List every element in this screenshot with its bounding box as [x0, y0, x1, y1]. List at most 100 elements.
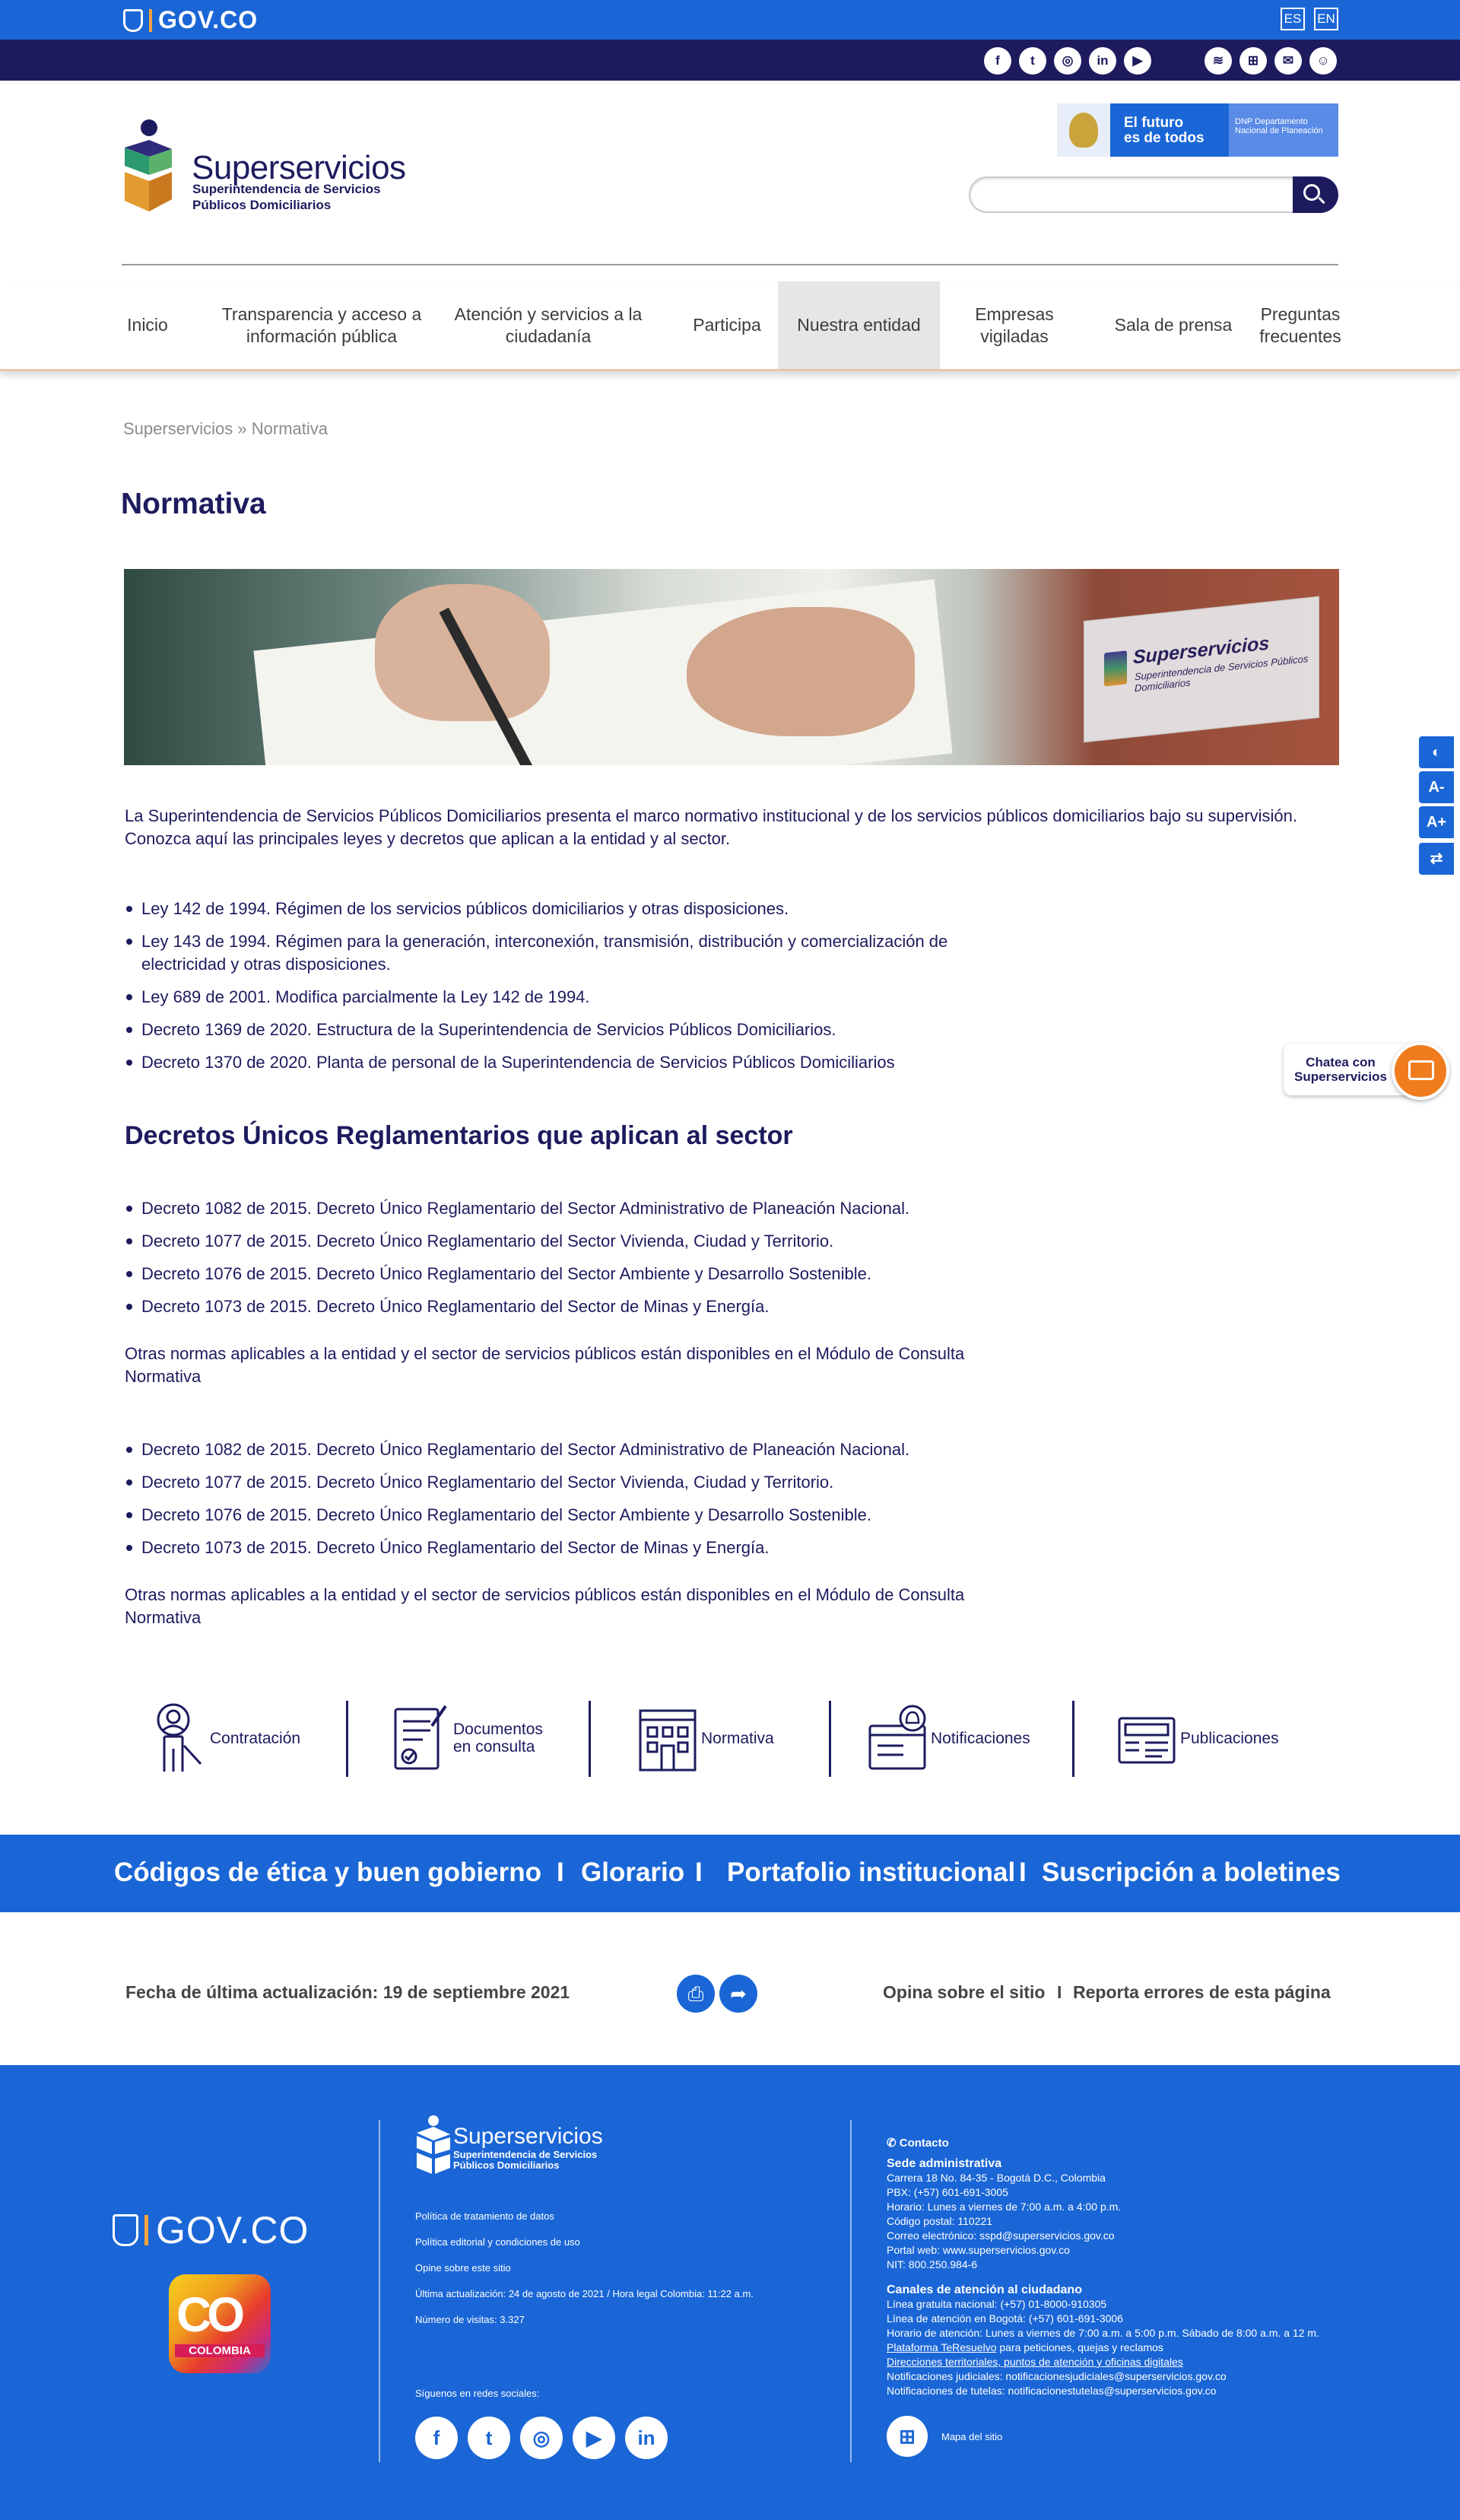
reporta-errores-link[interactable]: Reporta errores de esta página: [1073, 1982, 1331, 2003]
footer-brand-name: Superservicios: [453, 2124, 603, 2149]
instagram-icon[interactable]: ◎: [1054, 47, 1081, 75]
lang-en-button[interactable]: EN: [1314, 8, 1338, 30]
superservicios-mark-icon: [125, 119, 172, 211]
chat-widget[interactable]: Chatea con Superservicios: [1284, 1042, 1451, 1100]
list-item[interactable]: Decreto 1077 de 2015. Decreto Único Regl…: [125, 1471, 1037, 1494]
other-norms-text[interactable]: Otras normas aplicables a la entidad y e…: [125, 1343, 1007, 1388]
relevo-icon[interactable]: ⇄: [1419, 843, 1454, 875]
list-item[interactable]: Decreto 1082 de 2015. Decreto Único Regl…: [125, 1197, 1037, 1220]
footer-link-tratamiento-datos[interactable]: Política de tratamiento de datos: [415, 2210, 554, 2222]
sitemap-link[interactable]: Mapa del sitio: [941, 2431, 1002, 2442]
gov-bar: GOV.CO ES EN: [0, 0, 1460, 40]
nav-participa[interactable]: Participa: [674, 281, 780, 369]
nav-nuestra-entidad[interactable]: Nuestra entidad: [778, 281, 940, 369]
nav-empresas-vigiladas[interactable]: Empresas vigiladas: [955, 281, 1074, 369]
dnp-slogan: El futuro es de todos: [1124, 116, 1204, 146]
plataforma-teresuelvo-link[interactable]: Plataforma TeResuelvo: [887, 2341, 996, 2353]
twitter-icon[interactable]: t: [1019, 47, 1046, 75]
nav-preguntas-frecuentes[interactable]: Preguntas frecuentes: [1247, 281, 1354, 369]
link-portafolio[interactable]: Portafolio institucional: [727, 1857, 1015, 1888]
linkedin-icon[interactable]: in: [1089, 47, 1116, 75]
list-item[interactable]: Decreto 1073 de 2015. Decreto Único Regl…: [125, 1295, 1037, 1318]
hero-plate-logo-icon: [1104, 650, 1127, 687]
nav-transparencia[interactable]: Transparencia y acceso a información púb…: [217, 281, 426, 369]
facebook-icon[interactable]: f: [984, 47, 1011, 75]
dnp-banner[interactable]: El futuro es de todos DNP Departamento N…: [1057, 103, 1338, 157]
gov-logo-divider: [149, 8, 152, 32]
footer-brand-sub-line1: Superintendencia de Servicios: [453, 2149, 598, 2160]
sitemap-icon[interactable]: ⊞: [887, 2416, 928, 2457]
nav-atencion[interactable]: Atención y servicios a la ciudadanía: [453, 281, 643, 369]
colombia-shield-icon: [113, 2214, 138, 2246]
contrast-icon[interactable]: ◐: [1419, 736, 1454, 768]
list-item[interactable]: Decreto 1076 de 2015. Decreto Único Regl…: [125, 1504, 1037, 1527]
link-suscripcion-boletines[interactable]: Suscripción a boletines: [1042, 1857, 1341, 1888]
superservicios-logo[interactable]: Superservicios Superintendencia de Servi…: [122, 119, 426, 218]
increase-font-icon[interactable]: A+: [1419, 806, 1454, 838]
search-input[interactable]: [986, 184, 1282, 205]
gov-co-logo[interactable]: GOV.CO: [123, 6, 258, 34]
quicklink-normativa[interactable]: Normativa: [637, 1696, 774, 1780]
quicklink-divider: [346, 1701, 348, 1777]
link-codigos-etica[interactable]: Códigos de ética y buen gobierno: [114, 1857, 541, 1888]
social-bar: f t ◎ in ▶ ≋ ⊞ ✉ ☺: [0, 40, 1460, 81]
nav-inicio[interactable]: Inicio: [122, 281, 173, 369]
list-item[interactable]: Decreto 1082 de 2015. Decreto Único Regl…: [125, 1438, 1037, 1461]
quicklink-contratacion[interactable]: Contratación: [146, 1696, 300, 1780]
print-icon[interactable]: ⎙: [677, 1975, 715, 2013]
list-item[interactable]: Decreto 1077 de 2015. Decreto Único Regl…: [125, 1230, 1037, 1253]
footer-link-politica-editorial[interactable]: Política editorial y condiciones de uso: [415, 2236, 580, 2248]
hero-hand-right: [687, 607, 915, 736]
phone-icon: ✆: [887, 2137, 897, 2150]
opina-link[interactable]: Opina sobre el sitio: [883, 1982, 1045, 2003]
decrees-list: Decreto 1082 de 2015. Decreto Único Regl…: [125, 1197, 1037, 1328]
list-item[interactable]: Ley 689 de 2001. Modifica parcialmente l…: [125, 986, 1037, 1009]
band-separator: I: [557, 1857, 564, 1887]
canales-line: Línea de atención en Bogotá: (+57) 601-6…: [887, 2312, 1123, 2325]
direcciones-territoriales-link[interactable]: Direcciones territoriales, puntos de ate…: [887, 2355, 1434, 2369]
list-item[interactable]: Decreto 1370 de 2020. Planta de personal…: [125, 1051, 1037, 1074]
sede-line[interactable]: Portal web: www.superservicios.gov.co: [887, 2243, 1434, 2258]
plataforma-line-text: para peticiones, quejas y reclamos: [996, 2341, 1163, 2353]
sitemap-icon[interactable]: ⊞: [1239, 47, 1267, 75]
footer-gov-co-logo[interactable]: GOV.CO: [113, 2208, 309, 2252]
footer-linkedin-icon[interactable]: in: [625, 2417, 668, 2459]
document-check-icon: [394, 1705, 447, 1770]
contract-person-icon: [157, 1703, 202, 1772]
dnp-slogan-line2: es de todos: [1124, 130, 1204, 146]
share-icon[interactable]: ➦: [719, 1975, 757, 2013]
wifi-icon[interactable]: ≋: [1204, 47, 1232, 75]
quicklink-publicaciones[interactable]: Publicaciones: [1116, 1696, 1279, 1780]
search-button[interactable]: [1293, 176, 1338, 213]
quicklink-label: Publicaciones: [1180, 1729, 1279, 1747]
canales-title: Canales de atención al ciudadano: [887, 2283, 1082, 2296]
list-item[interactable]: Decreto 1369 de 2020. Estructura de la S…: [125, 1018, 1037, 1041]
list-item[interactable]: Ley 143 de 1994. Régimen para la generac…: [125, 930, 1007, 976]
list-item[interactable]: Ley 142 de 1994. Régimen de los servicio…: [125, 898, 1037, 920]
decrease-font-icon[interactable]: A-: [1419, 771, 1454, 803]
nav-sala-de-prensa[interactable]: Sala de prensa: [1110, 281, 1236, 369]
youtube-icon[interactable]: ▶: [1124, 47, 1151, 75]
breadcrumb[interactable]: Superservicios » Normativa: [123, 419, 328, 439]
quicklink-notificaciones[interactable]: Notificaciones: [867, 1696, 1030, 1780]
list-item[interactable]: Decreto 1073 de 2015. Decreto Único Regl…: [125, 1536, 1037, 1559]
quicklink-documentos[interactable]: Documentos en consulta: [389, 1696, 552, 1780]
link-glorario[interactable]: Glorario: [581, 1857, 684, 1888]
lang-es-button[interactable]: ES: [1281, 8, 1305, 30]
chat-bubble-icon[interactable]: [1392, 1042, 1449, 1100]
list-item[interactable]: Decreto 1076 de 2015. Decreto Único Regl…: [125, 1263, 1037, 1285]
search-box: [969, 176, 1338, 213]
sede-line[interactable]: Correo electrónico: sspd@superservicios.…: [887, 2229, 1434, 2243]
footer-facebook-icon[interactable]: f: [415, 2417, 458, 2459]
sede-title: Sede administrativa: [887, 2157, 1002, 2170]
footer-youtube-icon[interactable]: ▶: [573, 2417, 615, 2459]
footer-instagram-icon[interactable]: ◎: [520, 2417, 563, 2459]
colombia-brand-logo: CO COLOMBIA: [169, 2274, 271, 2373]
mail-icon[interactable]: ✉: [1274, 47, 1302, 75]
band-separator: I: [1019, 1857, 1027, 1887]
footer-link-opine[interactable]: Opine sobre este sitio: [415, 2262, 511, 2274]
contact-icon[interactable]: ☺: [1309, 47, 1337, 75]
canales-line: Línea gratuita nacional: (+57) 01-8000-9…: [887, 2298, 1107, 2310]
footer-twitter-icon[interactable]: t: [468, 2417, 510, 2459]
other-norms-text-repeat[interactable]: Otras normas aplicables a la entidad y e…: [125, 1584, 1007, 1629]
